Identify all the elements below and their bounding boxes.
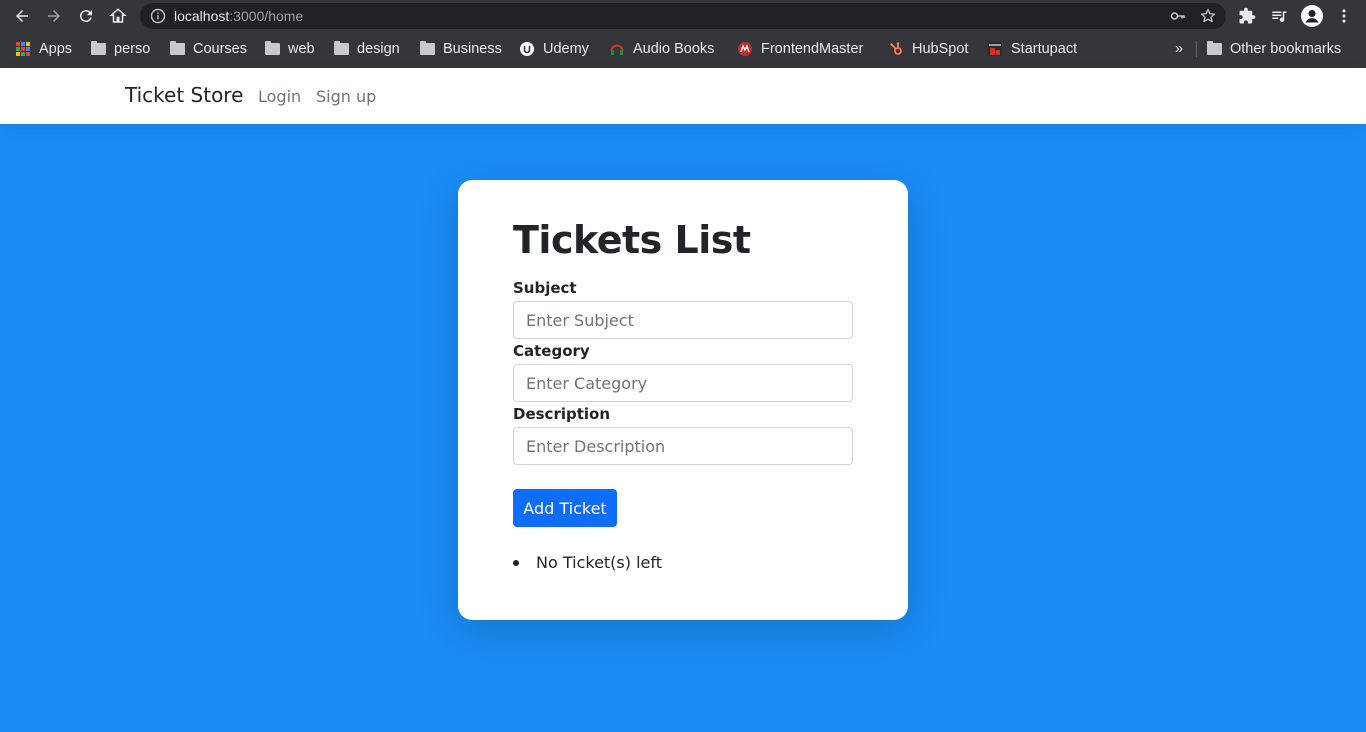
folder-icon xyxy=(419,41,435,57)
category-label: Category xyxy=(513,342,590,360)
back-icon[interactable] xyxy=(10,4,34,28)
bookmark-label: Startupact xyxy=(1011,41,1078,57)
bookmark-audio-books[interactable]: Audio Books xyxy=(609,36,714,62)
bookmark-label: Audio Books xyxy=(633,41,715,57)
forward-icon[interactable] xyxy=(42,4,66,28)
browser-toolbar: localhost:3000/home xyxy=(0,0,1366,32)
bookmarks-divider xyxy=(1196,41,1197,57)
bookmark-perso[interactable]: perso xyxy=(90,36,150,62)
bookmark-apps[interactable]: Apps xyxy=(15,36,72,62)
bookmark-other-bookmarks[interactable]: Other bookmarks xyxy=(1206,36,1341,62)
bookmark-label: design xyxy=(357,41,400,57)
bookmark-business[interactable]: Business xyxy=(419,36,502,62)
folder-icon xyxy=(264,41,280,57)
nav-login-link[interactable]: Login xyxy=(258,87,301,106)
bookmark-label: Apps xyxy=(39,41,73,57)
browser-menu-icon[interactable] xyxy=(1334,6,1354,26)
bookmarks-bar: Apps perso Courses web design Business U… xyxy=(0,36,1366,62)
bookmark-courses[interactable]: Courses xyxy=(169,36,247,62)
bookmark-label: Other bookmarks xyxy=(1230,41,1342,57)
category-input[interactable] xyxy=(513,364,853,402)
add-ticket-button[interactable]: Add Ticket xyxy=(513,489,617,527)
overflow-chevron-icon: » xyxy=(1175,41,1184,57)
audio-books-icon xyxy=(609,41,625,57)
subject-label: Subject xyxy=(513,279,577,297)
url-text: localhost:3000/home xyxy=(174,8,304,24)
password-key-icon[interactable] xyxy=(1170,8,1186,24)
bookmark-design[interactable]: design xyxy=(333,36,400,62)
apps-grid-icon xyxy=(15,41,31,57)
home-icon[interactable] xyxy=(106,4,130,28)
frontendmaster-icon xyxy=(737,41,753,57)
ticket-text: No Ticket(s) left xyxy=(536,553,662,572)
hubspot-icon xyxy=(888,41,904,57)
subject-input[interactable] xyxy=(513,301,853,339)
list-item: No Ticket(s) left xyxy=(513,552,662,574)
extensions-icon[interactable] xyxy=(1237,6,1257,26)
address-bar[interactable]: localhost:3000/home xyxy=(140,3,1226,29)
reload-icon[interactable] xyxy=(74,4,98,28)
nav-signup-link[interactable]: Sign up xyxy=(316,87,376,106)
brand-link[interactable]: Ticket Store xyxy=(125,83,243,107)
description-label: Description xyxy=(513,405,611,423)
bookmark-web[interactable]: web xyxy=(264,36,315,62)
bookmark-star-icon[interactable] xyxy=(1200,8,1216,24)
bookmarks-overflow-button[interactable]: » xyxy=(1175,36,1183,62)
browser-chrome: localhost:3000/home Apps perso Courses w… xyxy=(0,0,1366,68)
folder-icon xyxy=(90,41,106,57)
bookmark-label: Courses xyxy=(193,41,247,57)
media-queue-icon[interactable] xyxy=(1269,6,1289,26)
profile-avatar-icon[interactable] xyxy=(1301,5,1323,27)
folder-icon xyxy=(169,41,185,57)
bookmark-label: FrontendMaster xyxy=(761,41,864,57)
bullet-icon xyxy=(513,560,519,566)
site-info-icon[interactable] xyxy=(150,8,166,24)
tickets-card: Tickets List Subject Category Descriptio… xyxy=(458,180,908,620)
folder-icon xyxy=(333,41,349,57)
bookmark-label: perso xyxy=(114,41,151,57)
bookmark-udemy[interactable]: Udemy xyxy=(519,36,589,62)
bookmark-startupact[interactable]: Startupact xyxy=(987,36,1077,62)
bookmark-label: HubSpot xyxy=(912,41,969,57)
bookmark-frontendmaster[interactable]: FrontendMaster xyxy=(737,36,863,62)
udemy-icon xyxy=(519,41,535,57)
bookmark-label: web xyxy=(288,41,315,57)
page-title: Tickets List xyxy=(513,218,751,262)
bookmark-label: Udemy xyxy=(543,41,589,57)
folder-icon xyxy=(1206,41,1222,57)
description-input[interactable] xyxy=(513,427,853,465)
bookmark-label: Business xyxy=(443,41,502,57)
ticket-list: No Ticket(s) left xyxy=(513,552,662,574)
bookmark-hubspot[interactable]: HubSpot xyxy=(888,36,968,62)
site-navbar: Ticket Store Login Sign up xyxy=(0,68,1366,124)
startupact-icon xyxy=(987,41,1003,57)
